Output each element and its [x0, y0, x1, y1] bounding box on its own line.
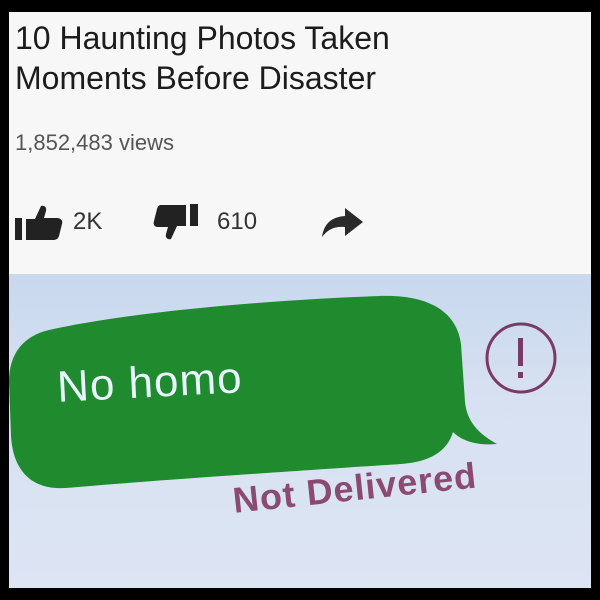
dislike-count: 610 [217, 208, 258, 235]
video-title-line-2: Moments Before Disaster [15, 60, 377, 96]
video-title-line-1: 10 Haunting Photos Taken [15, 20, 390, 56]
video-info-panel: 10 Haunting Photos Taken Moments Before … [9, 12, 591, 274]
like-button[interactable]: 2K [13, 200, 102, 244]
view-count: 1,852,483 views [15, 130, 174, 155]
video-actions: 2K 610 [9, 200, 409, 244]
message-text: No homo [55, 353, 244, 412]
meme-frame: 10 Haunting Photos Taken Moments Before … [0, 0, 600, 600]
share-button[interactable] [319, 200, 365, 244]
thumbs-down-icon [153, 204, 198, 240]
like-count: 2K [73, 208, 103, 235]
message-screenshot: No homo Not Delivered [9, 274, 591, 588]
dislike-button[interactable]: 610 [153, 200, 257, 244]
share-arrow-icon [322, 208, 363, 237]
meme-card: 10 Haunting Photos Taken Moments Before … [9, 12, 591, 588]
video-title[interactable]: 10 Haunting Photos Taken Moments Before … [15, 18, 555, 98]
thumbs-up-icon [15, 205, 63, 240]
exclamation-circle-icon[interactable] [481, 318, 561, 398]
